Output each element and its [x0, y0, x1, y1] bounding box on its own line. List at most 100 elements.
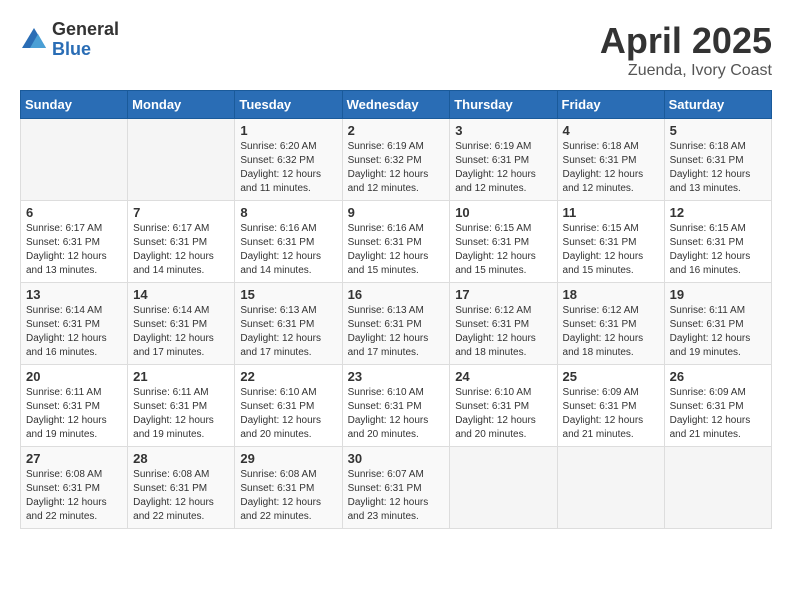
weekday-header-monday: Monday: [128, 91, 235, 119]
day-info: Sunrise: 6:13 AMSunset: 6:31 PMDaylight:…: [240, 304, 336, 360]
day-info: Sunrise: 6:10 AMSunset: 6:31 PMDaylight:…: [240, 386, 336, 442]
day-number: 18: [563, 287, 659, 302]
calendar-cell: 19Sunrise: 6:11 AMSunset: 6:31 PMDayligh…: [664, 283, 771, 365]
day-number: 25: [563, 369, 659, 384]
day-info: Sunrise: 6:12 AMSunset: 6:31 PMDaylight:…: [563, 304, 659, 360]
day-number: 7: [133, 205, 229, 220]
day-info: Sunrise: 6:19 AMSunset: 6:31 PMDaylight:…: [455, 140, 551, 196]
day-number: 2: [348, 123, 445, 138]
calendar-cell: 14Sunrise: 6:14 AMSunset: 6:31 PMDayligh…: [128, 283, 235, 365]
day-info: Sunrise: 6:10 AMSunset: 6:31 PMDaylight:…: [348, 386, 445, 442]
calendar-cell: 17 Sunrise: 6:12 AMSunset: 6:31 PMDayligh…: [450, 283, 557, 365]
week-row-1: 1 Sunrise: 6:20 AMSunset: 6:32 PMDaylight…: [21, 119, 772, 201]
day-number: 29: [240, 451, 336, 466]
day-info: Sunrise: 6:14 AMSunset: 6:31 PMDaylight:…: [26, 304, 122, 360]
weekday-header-sunday: Sunday: [21, 91, 128, 119]
calendar-cell: 13 Sunrise: 6:14 AMSunset: 6:31 PMDayligh…: [21, 283, 128, 365]
day-number: 5: [670, 123, 766, 138]
day-number: 22: [240, 369, 336, 384]
day-info: Sunrise: 6:17 AMSunset: 6:31 PMDaylight:…: [26, 222, 122, 278]
day-info: Sunrise: 6:16 AMSunset: 6:31 PMDaylight:…: [240, 222, 336, 278]
calendar-table: SundayMondayTuesdayWednesdayThursdayFrid…: [20, 90, 772, 529]
day-number: 20: [26, 369, 122, 384]
day-info: Sunrise: 6:16 AMSunset: 6:31 PMDaylight:…: [348, 222, 445, 278]
day-info: Sunrise: 6:08 AMSunset: 6:31 PMDaylight:…: [133, 468, 229, 524]
day-info: Sunrise: 6:09 AMSunset: 6:31 PMDaylight:…: [563, 386, 659, 442]
day-number: 21: [133, 369, 229, 384]
weekday-header-thursday: Thursday: [450, 91, 557, 119]
day-info: Sunrise: 6:07 AMSunset: 6:31 PMDaylight:…: [348, 468, 445, 524]
day-info: Sunrise: 6:15 AMSunset: 6:31 PMDaylight:…: [563, 222, 659, 278]
calendar-cell: [21, 119, 128, 201]
calendar-cell: 18 Sunrise: 6:12 AMSunset: 6:31 PMDayligh…: [557, 283, 664, 365]
logo-general-text: General: [52, 20, 119, 40]
day-number: 12: [670, 205, 766, 220]
day-number: 27: [26, 451, 122, 466]
calendar-cell: 5Sunrise: 6:18 AMSunset: 6:31 PMDaylight…: [664, 119, 771, 201]
day-info: Sunrise: 6:15 AMSunset: 6:31 PMDaylight:…: [455, 222, 551, 278]
calendar-cell: 8Sunrise: 6:16 AMSunset: 6:31 PMDaylight…: [235, 201, 342, 283]
day-info: Sunrise: 6:18 AMSunset: 6:31 PMDaylight:…: [563, 140, 659, 196]
day-number: 4: [563, 123, 659, 138]
day-info: Sunrise: 6:08 AMSunset: 6:31 PMDaylight:…: [26, 468, 122, 524]
calendar-cell: 27 Sunrise: 6:08 AMSunset: 6:31 PMDayligh…: [21, 447, 128, 529]
day-info: Sunrise: 6:12 AMSunset: 6:31 PMDaylight:…: [455, 304, 551, 360]
weekday-header-row: SundayMondayTuesdayWednesdayThursdayFrid…: [21, 91, 772, 119]
day-number: 9: [348, 205, 445, 220]
day-number: 28: [133, 451, 229, 466]
day-info: Sunrise: 6:11 AMSunset: 6:31 PMDaylight:…: [670, 304, 766, 360]
week-row-5: 27 Sunrise: 6:08 AMSunset: 6:31 PMDayligh…: [21, 447, 772, 529]
day-number: 15: [240, 287, 336, 302]
day-number: 23: [348, 369, 445, 384]
calendar-cell: 7 Sunrise: 6:17 AMSunset: 6:31 PMDaylight…: [128, 201, 235, 283]
calendar-cell: 30 Sunrise: 6:07 AMSunset: 6:31 PMDayligh…: [342, 447, 450, 529]
calendar-cell: [664, 447, 771, 529]
calendar-cell: 23 Sunrise: 6:10 AMSunset: 6:31 PMDayligh…: [342, 365, 450, 447]
day-number: 16: [348, 287, 445, 302]
calendar-cell: 22 Sunrise: 6:10 AMSunset: 6:31 PMDayligh…: [235, 365, 342, 447]
calendar-cell: [450, 447, 557, 529]
weekday-header-wednesday: Wednesday: [342, 91, 450, 119]
calendar-cell: 25 Sunrise: 6:09 AMSunset: 6:31 PMDayligh…: [557, 365, 664, 447]
day-info: Sunrise: 6:11 AMSunset: 6:31 PMDaylight:…: [26, 386, 122, 442]
day-number: 30: [348, 451, 445, 466]
day-info: Sunrise: 6:10 AMSunset: 6:31 PMDaylight:…: [455, 386, 551, 442]
day-info: Sunrise: 6:08 AMSunset: 6:31 PMDaylight:…: [240, 468, 336, 524]
day-number: 1: [240, 123, 336, 138]
logo-blue-text: Blue: [52, 40, 119, 60]
calendar-cell: 4 Sunrise: 6:18 AMSunset: 6:31 PMDaylight…: [557, 119, 664, 201]
week-row-2: 6 Sunrise: 6:17 AMSunset: 6:31 PMDaylight…: [21, 201, 772, 283]
week-row-4: 20 Sunrise: 6:11 AMSunset: 6:31 PMDayligh…: [21, 365, 772, 447]
weekday-header-friday: Friday: [557, 91, 664, 119]
calendar-cell: 3 Sunrise: 6:19 AMSunset: 6:31 PMDaylight…: [450, 119, 557, 201]
calendar-cell: 21Sunrise: 6:11 AMSunset: 6:31 PMDayligh…: [128, 365, 235, 447]
calendar-cell: [128, 119, 235, 201]
day-number: 6: [26, 205, 122, 220]
calendar-cell: 24Sunrise: 6:10 AMSunset: 6:31 PMDayligh…: [450, 365, 557, 447]
day-info: Sunrise: 6:15 AMSunset: 6:31 PMDaylight:…: [670, 222, 766, 278]
day-info: Sunrise: 6:17 AMSunset: 6:31 PMDaylight:…: [133, 222, 229, 278]
weekday-header-saturday: Saturday: [664, 91, 771, 119]
day-info: Sunrise: 6:20 AMSunset: 6:32 PMDaylight:…: [240, 140, 336, 196]
week-row-3: 13 Sunrise: 6:14 AMSunset: 6:31 PMDayligh…: [21, 283, 772, 365]
day-number: 11: [563, 205, 659, 220]
day-info: Sunrise: 6:14 AMSunset: 6:31 PMDaylight:…: [133, 304, 229, 360]
calendar-title: April 2025: [600, 20, 772, 62]
logo: General Blue: [20, 20, 119, 60]
day-number: 13: [26, 287, 122, 302]
calendar-cell: 11 Sunrise: 6:15 AMSunset: 6:31 PMDayligh…: [557, 201, 664, 283]
day-number: 17: [455, 287, 551, 302]
weekday-header-tuesday: Tuesday: [235, 91, 342, 119]
day-info: Sunrise: 6:19 AMSunset: 6:32 PMDaylight:…: [348, 140, 445, 196]
calendar-cell: 15 Sunrise: 6:13 AMSunset: 6:31 PMDayligh…: [235, 283, 342, 365]
logo-icon: [20, 26, 48, 54]
calendar-cell: 9 Sunrise: 6:16 AMSunset: 6:31 PMDaylight…: [342, 201, 450, 283]
day-number: 3: [455, 123, 551, 138]
logo-text: General Blue: [52, 20, 119, 60]
calendar-location: Zuenda, Ivory Coast: [600, 62, 772, 80]
day-info: Sunrise: 6:13 AMSunset: 6:31 PMDaylight:…: [348, 304, 445, 360]
day-number: 26: [670, 369, 766, 384]
day-info: Sunrise: 6:09 AMSunset: 6:31 PMDaylight:…: [670, 386, 766, 442]
calendar-cell: 2 Sunrise: 6:19 AMSunset: 6:32 PMDaylight…: [342, 119, 450, 201]
calendar-cell: 20 Sunrise: 6:11 AMSunset: 6:31 PMDayligh…: [21, 365, 128, 447]
